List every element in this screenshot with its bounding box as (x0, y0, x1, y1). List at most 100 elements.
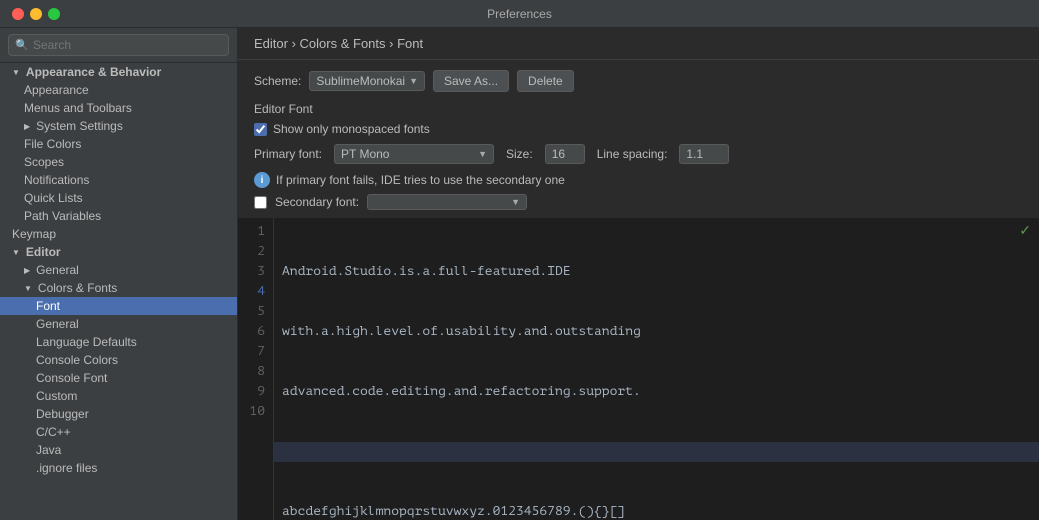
sidebar-item-label: Java (36, 443, 61, 457)
secondary-font-label[interactable]: Secondary font: (275, 195, 359, 209)
titlebar: Preferences (0, 0, 1039, 28)
sidebar-item-label: File Colors (24, 137, 81, 151)
sidebar-item-custom[interactable]: Custom (0, 387, 237, 405)
sidebar-item-keymap[interactable]: Keymap (0, 225, 237, 243)
sidebar-item-label: Font (36, 299, 60, 313)
editor-font-label: Editor Font (254, 102, 1023, 116)
close-button[interactable] (12, 8, 24, 20)
sidebar-item-path-variables[interactable]: Path Variables (0, 207, 237, 225)
editor-font-section: Editor Font Show only monospaced fonts P… (238, 98, 1039, 218)
sidebar-item-font[interactable]: Font (0, 297, 237, 315)
sidebar-item-label: Appearance (24, 83, 89, 97)
sidebar-item-menus-toolbars[interactable]: Menus and Toolbars (0, 99, 237, 117)
sidebar-item-label: Keymap (12, 227, 56, 241)
code-line-1: Android.Studio.is.a.full-featured.IDE (282, 262, 1031, 282)
sidebar-item-appearance-behavior[interactable]: ▼ Appearance & Behavior (0, 63, 237, 81)
sidebar-item-quick-lists[interactable]: Quick Lists (0, 189, 237, 207)
search-icon: 🔍 (15, 39, 29, 52)
sidebar-item-ignore-files[interactable]: .ignore files (0, 459, 237, 477)
scheme-row: Scheme: SublimeMonokai ▼ Save As... Dele… (238, 60, 1039, 98)
sidebar-item-java[interactable]: Java (0, 441, 237, 459)
line-num-9: 9 (246, 382, 265, 402)
sidebar-item-label: Language Defaults (36, 335, 137, 349)
save-as-button[interactable]: Save As... (433, 70, 509, 92)
sidebar-item-label: Custom (36, 389, 77, 403)
sidebar-item-notifications[interactable]: Notifications (0, 171, 237, 189)
sidebar-item-language-defaults[interactable]: Language Defaults (0, 333, 237, 351)
sidebar-item-debugger[interactable]: Debugger (0, 405, 237, 423)
sidebar-item-label: Console Colors (36, 353, 118, 367)
minimize-button[interactable] (30, 8, 42, 20)
sidebar-item-general2[interactable]: General (0, 315, 237, 333)
sidebar-item-cpp[interactable]: C/C++ (0, 423, 237, 441)
size-label: Size: (506, 147, 533, 161)
secondary-font-select[interactable]: ▼ (367, 194, 527, 210)
sidebar-item-colors-fonts[interactable]: ▼ Colors & Fonts (0, 279, 237, 297)
show-monospaced-checkbox[interactable] (254, 123, 267, 136)
sidebar-item-label: Editor (26, 245, 61, 259)
code-line-3: advanced.code.editing.and.refactoring.su… (282, 382, 1031, 402)
sidebar-item-label: System Settings (36, 119, 123, 133)
line-num-7: 7 (246, 342, 265, 362)
line-num-2: 2 (246, 242, 265, 262)
primary-font-value: PT Mono (341, 147, 474, 161)
info-icon: i (254, 172, 270, 188)
breadcrumb-colors-fonts: Colors & Fonts (300, 36, 386, 51)
sidebar-item-file-colors[interactable]: File Colors (0, 135, 237, 153)
info-text: If primary font fails, IDE tries to use … (276, 173, 565, 187)
search-input[interactable] (8, 34, 229, 56)
sidebar-item-label: Colors & Fonts (38, 281, 117, 295)
scheme-select[interactable]: SublimeMonokai ▼ (309, 71, 425, 91)
chevron-down-icon: ▼ (409, 76, 418, 86)
maximize-button[interactable] (48, 8, 60, 20)
triangle-icon: ▶ (24, 122, 30, 131)
sidebar-item-label: Path Variables (24, 209, 101, 223)
line-numbers: 1 2 3 4 5 6 7 8 9 10 (238, 218, 274, 520)
line-num-5: 5 (246, 302, 265, 322)
size-input[interactable] (545, 144, 585, 164)
sidebar-search-area: 🔍 (0, 28, 237, 63)
secondary-font-checkbox[interactable] (254, 196, 267, 209)
code-line-5: abcdefghijklmnopqrstuvwxyz.0123456789.()… (282, 502, 1031, 520)
right-panel: Editor › Colors & Fonts › Font Scheme: S… (238, 28, 1039, 520)
breadcrumb: Editor › Colors & Fonts › Font (238, 28, 1039, 60)
sidebar-item-label: .ignore files (36, 461, 97, 475)
sidebar-item-label: General (36, 317, 79, 331)
breadcrumb-sep2: › (389, 36, 397, 51)
line-spacing-label: Line spacing: (597, 147, 668, 161)
primary-font-label: Primary font: (254, 147, 322, 161)
line-num-3: 3 (246, 262, 265, 282)
line-num-6: 6 (246, 322, 265, 342)
triangle-icon: ▼ (24, 284, 32, 293)
line-num-1: 1 (246, 222, 265, 242)
code-lines: Android.Studio.is.a.full-featured.IDE wi… (274, 218, 1039, 520)
sidebar-item-system-settings[interactable]: ▶ System Settings (0, 117, 237, 135)
breadcrumb-font: Font (397, 36, 423, 51)
sidebar-item-console-font[interactable]: Console Font (0, 369, 237, 387)
show-monospaced-label[interactable]: Show only monospaced fonts (273, 122, 430, 136)
triangle-icon: ▼ (12, 248, 20, 257)
font-options-row: Primary font: PT Mono ▼ Size: Line spaci… (254, 144, 1023, 164)
breadcrumb-editor: Editor (254, 36, 288, 51)
line-num-8: 8 (246, 362, 265, 382)
window-title: Preferences (487, 7, 552, 21)
code-preview: 1 2 3 4 5 6 7 8 9 10 Android.Studio.is.a… (238, 218, 1039, 520)
primary-font-select[interactable]: PT Mono ▼ (334, 144, 494, 164)
code-preview-inner: 1 2 3 4 5 6 7 8 9 10 Android.Studio.is.a… (238, 218, 1039, 520)
sidebar-item-appearance[interactable]: Appearance (0, 81, 237, 99)
triangle-icon: ▶ (24, 266, 30, 275)
scheme-label: Scheme: (254, 74, 301, 88)
secondary-font-row: Secondary font: ▼ (254, 194, 1023, 210)
sidebar-item-general[interactable]: ▶ General (0, 261, 237, 279)
sidebar-item-console-colors[interactable]: Console Colors (0, 351, 237, 369)
line-spacing-input[interactable] (679, 144, 729, 164)
sidebar-item-label: Notifications (24, 173, 89, 187)
breadcrumb-sep1: › (292, 36, 300, 51)
sidebar-item-label: Debugger (36, 407, 89, 421)
delete-button[interactable]: Delete (517, 70, 574, 92)
sidebar-item-label: Quick Lists (24, 191, 83, 205)
sidebar-item-editor[interactable]: ▼ Editor (0, 243, 237, 261)
chevron-down-icon: ▼ (511, 197, 520, 207)
sidebar-item-scopes[interactable]: Scopes (0, 153, 237, 171)
check-icon: ✓ (1019, 222, 1031, 239)
